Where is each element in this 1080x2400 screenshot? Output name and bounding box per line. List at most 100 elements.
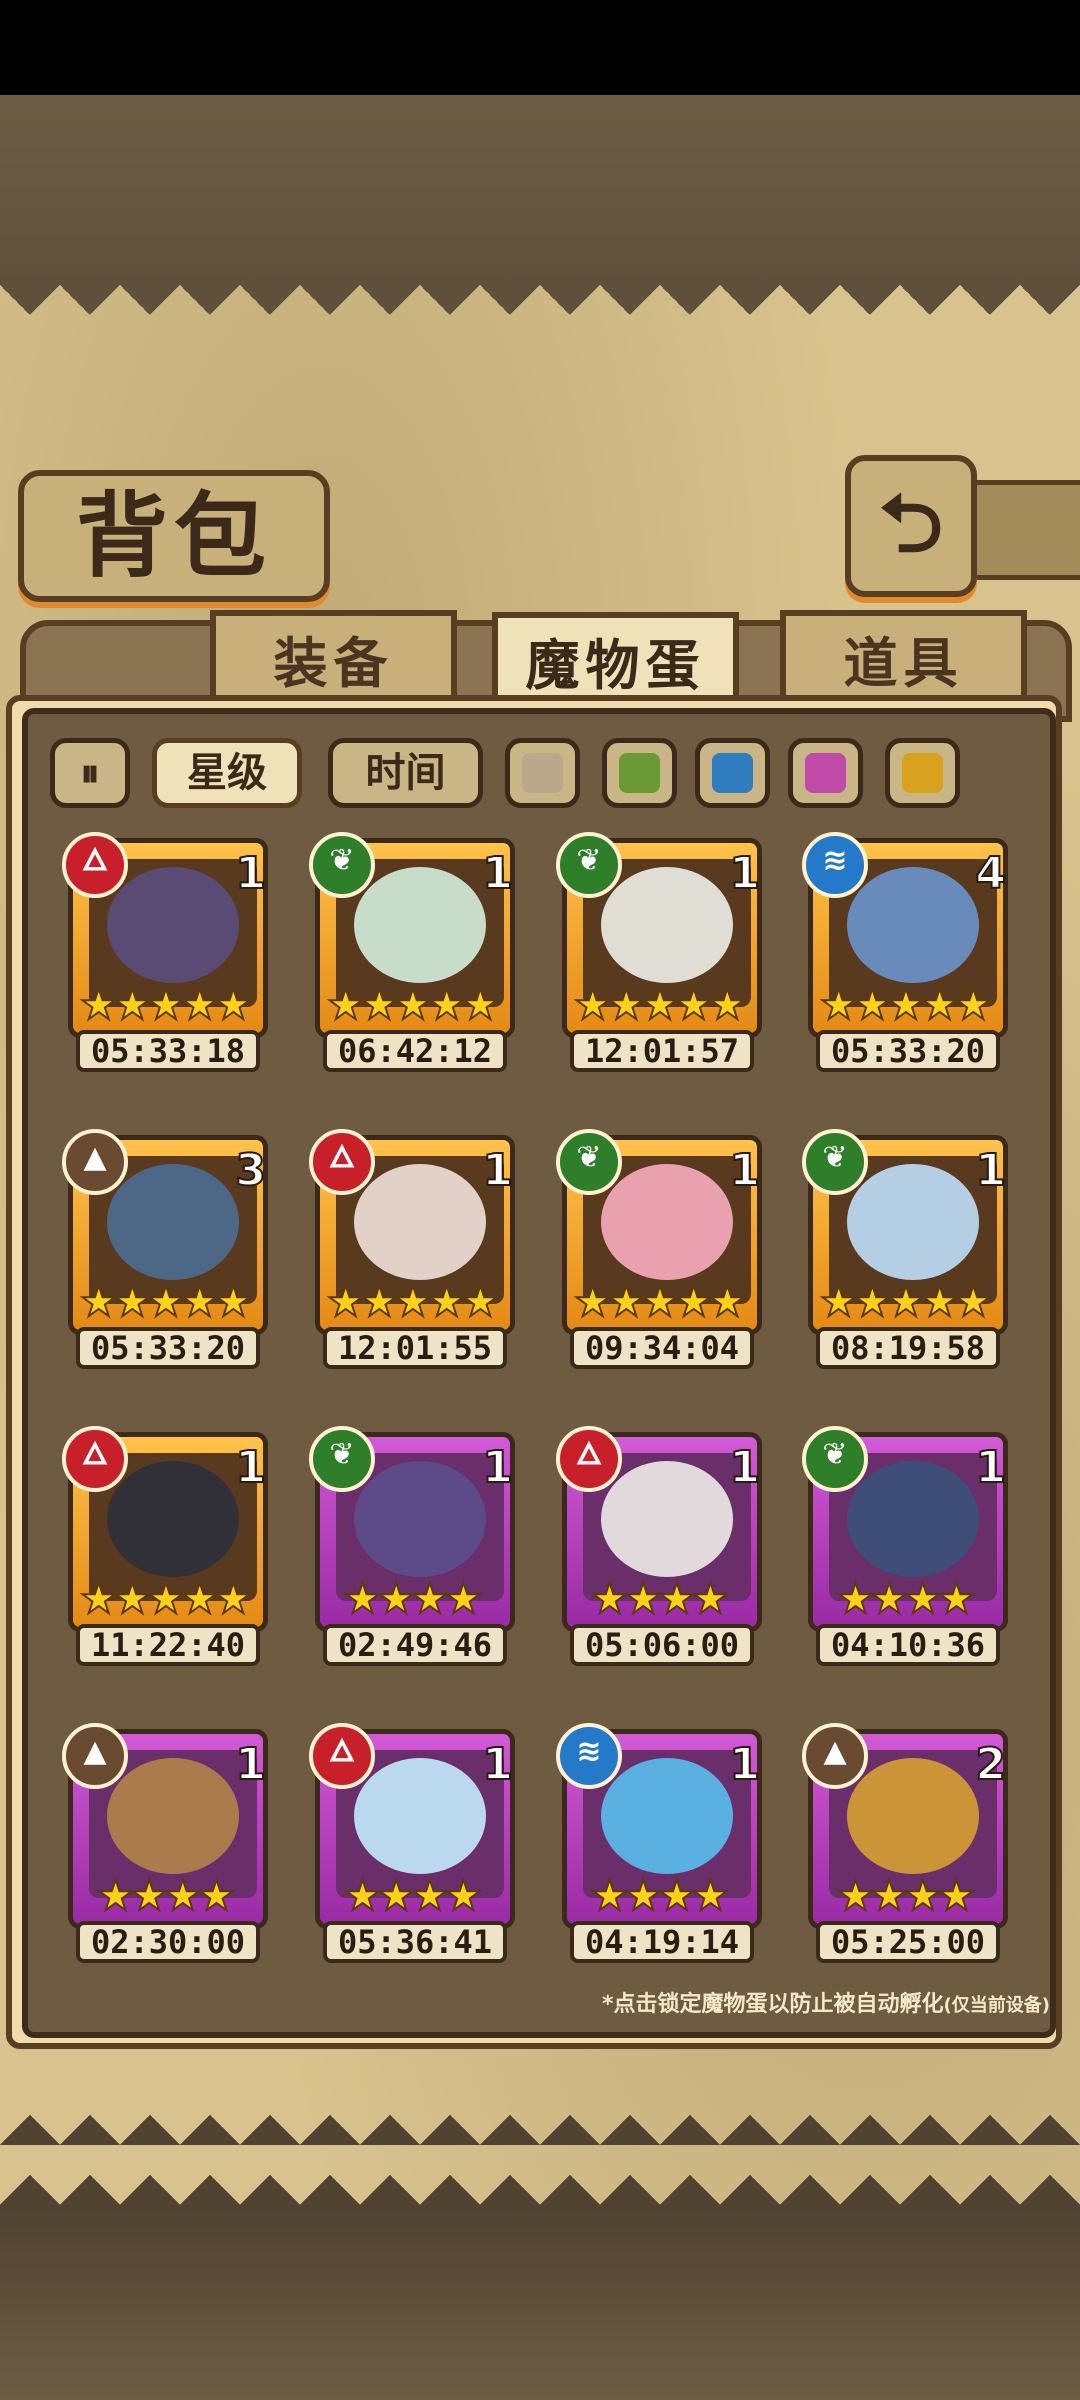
egg-count: 1 [728,1738,761,1791]
egg-card[interactable]: ★★★★ ▲ 2 05:25:00 [802,1723,1018,1963]
egg-count: 1 [481,1738,514,1791]
hatch-timer: 05:33:20 [76,1327,260,1369]
star-rating: ★★★★★ [326,980,500,1029]
element-fire-icon: 🜂 [62,1426,128,1492]
egg-count: 3 [234,1144,267,1197]
egg-creature-image [847,1758,979,1874]
element-nature-icon: ❦ [802,1129,868,1195]
filter-color-green[interactable] [602,738,677,808]
egg-count: 1 [234,1738,267,1791]
egg-card[interactable]: ★★★★★ ❦ 1 09:34:04 [556,1129,772,1369]
egg-count: 4 [974,847,1007,900]
egg-card[interactable]: ★★★★ ≋ 1 04:19:14 [556,1723,772,1963]
egg-card[interactable]: ★★★★★ ❦ 1 12:01:57 [556,832,772,1072]
element-earth-icon: ▲ [62,1723,128,1789]
element-fire-icon: 🜂 [556,1426,622,1492]
star-rating: ★★★★★ [573,1277,747,1326]
star-rating: ★★★★ [343,1871,484,1920]
star-rating: ★★★★ [590,1574,731,1623]
egg-creature-image [847,867,979,983]
egg-creature-image [354,1758,486,1874]
filter-color-purple[interactable] [788,738,863,808]
back-button[interactable]: ⮌ [845,455,977,597]
hatch-timer: 12:01:55 [323,1327,507,1369]
egg-count: 1 [234,1441,267,1494]
egg-card[interactable]: ★★★★★ ▲ 3 05:33:20 [62,1129,278,1369]
filter-time-button[interactable]: 时间 [328,738,483,808]
egg-card[interactable]: ★★★★★ 🜂 1 11:22:40 [62,1426,278,1666]
hatch-timer: 05:36:41 [323,1921,507,1963]
egg-count: 1 [481,847,514,900]
back-arrow-icon: ⮌ [878,477,944,570]
hatch-timer: 04:19:14 [570,1921,754,1963]
egg-creature-image [847,1164,979,1280]
page-title: 背包 [75,482,272,590]
filter-star-button[interactable]: 星级 [152,738,302,808]
egg-creature-image [354,1164,486,1280]
egg-card[interactable]: ★★★★ ▲ 1 02:30:00 [62,1723,278,1963]
egg-card[interactable]: ★★★★★ ❦ 1 06:42:12 [309,832,525,1072]
element-nature-icon: ❦ [802,1426,868,1492]
background-bottom [0,2205,1080,2400]
hatch-timer: 12:01:57 [570,1030,754,1072]
egg-creature-image [847,1461,979,1577]
egg-count: 1 [234,847,267,900]
element-fire-icon: 🜂 [62,832,128,898]
torn-edge-bottom [0,2115,1080,2205]
egg-card[interactable]: ★★★★★ ≋ 4 05:33:20 [802,832,1018,1072]
star-rating: ★★★★★ [819,1277,993,1326]
filter-color-gold[interactable] [885,738,960,808]
egg-count: 1 [728,1144,761,1197]
filter-color-blue[interactable] [695,738,770,808]
hatch-timer: 02:30:00 [76,1921,260,1963]
egg-card[interactable]: ★★★★ ❦ 1 02:49:46 [309,1426,525,1666]
hatch-timer: 06:42:12 [323,1030,507,1072]
torn-edge-top [0,285,1080,345]
egg-card[interactable]: ★★★★★ ❦ 1 08:19:58 [802,1129,1018,1369]
page-title-plate: 背包 [18,470,330,602]
star-rating: ★★★★ [343,1574,484,1623]
element-nature-icon: ❦ [556,832,622,898]
background-top [0,95,1080,285]
star-rating: ★★★★ [590,1871,731,1920]
hatch-timer: 04:10:36 [816,1624,1000,1666]
element-nature-icon: ❦ [556,1129,622,1195]
status-bar [0,0,1080,95]
element-water-icon: ≋ [556,1723,622,1789]
star-rating: ★★★★ [836,1871,977,1920]
star-rating: ★★★★ [836,1574,977,1623]
element-nature-icon: ❦ [309,832,375,898]
footer-note-small: (仅当前设备) [943,1995,1050,2016]
element-earth-icon: ▲ [802,1723,868,1789]
element-fire-icon: 🜂 [309,1129,375,1195]
swatch-gray [522,753,563,793]
egg-count: 2 [974,1738,1007,1791]
egg-creature-image [601,867,733,983]
hatch-timer: 09:34:04 [570,1327,754,1369]
swatch-green [619,753,660,793]
star-rating: ★★★★ [96,1871,237,1920]
element-earth-icon: ▲ [62,1129,128,1195]
egg-card[interactable]: ★★★★ 🜂 1 05:06:00 [556,1426,772,1666]
egg-card[interactable]: ★★★★★ 🜂 1 12:01:55 [309,1129,525,1369]
swatch-gold [902,753,943,793]
egg-card[interactable]: ★★★★ 🜂 1 05:36:41 [309,1723,525,1963]
hatch-timer: 02:49:46 [323,1624,507,1666]
egg-card[interactable]: ★★★★ ❦ 1 04:10:36 [802,1426,1018,1666]
sort-icon: ⏸ [80,751,100,795]
hatch-timer: 11:22:40 [76,1624,260,1666]
hatch-timer: 05:25:00 [816,1921,1000,1963]
star-rating: ★★★★★ [573,980,747,1029]
egg-creature-image [107,1164,239,1280]
element-water-icon: ≋ [802,832,868,898]
egg-count: 1 [728,847,761,900]
egg-count: 1 [481,1441,514,1494]
egg-card[interactable]: ★★★★★ 🜂 1 05:33:18 [62,832,278,1072]
sort-order-button[interactable]: ⏸ [50,738,130,808]
egg-creature-image [601,1164,733,1280]
egg-creature-image [354,1461,486,1577]
footer-note-text: *点击锁定魔物蛋以防止被自动孵化 [602,1992,944,2017]
star-rating: ★★★★★ [79,1277,253,1326]
filter-color-gray[interactable] [505,738,580,808]
egg-creature-image [107,867,239,983]
